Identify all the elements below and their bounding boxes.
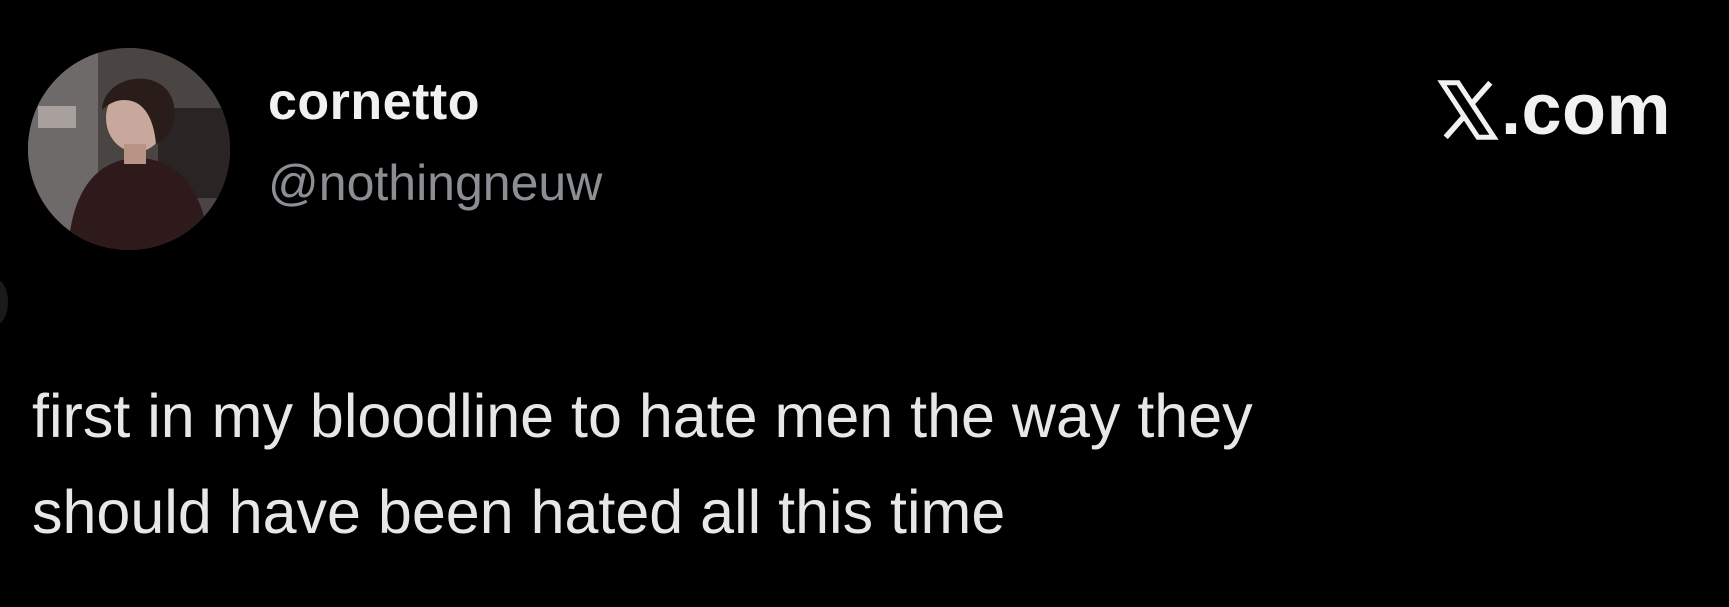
x-logo-icon bbox=[1437, 79, 1499, 141]
author-handle[interactable]: @nothingneuw bbox=[268, 156, 602, 211]
brand-domain-text: .com bbox=[1500, 70, 1671, 150]
avatar[interactable] bbox=[28, 48, 230, 250]
edge-shadow bbox=[0, 280, 8, 324]
brand-mark: .com bbox=[1437, 70, 1671, 150]
post-card: cornetto @nothingneuw .com first in my b… bbox=[0, 0, 1729, 607]
avatar-image bbox=[28, 48, 230, 250]
post-body: first in my bloodline to hate men the wa… bbox=[32, 382, 1253, 546]
author-name[interactable]: cornetto bbox=[268, 73, 480, 131]
